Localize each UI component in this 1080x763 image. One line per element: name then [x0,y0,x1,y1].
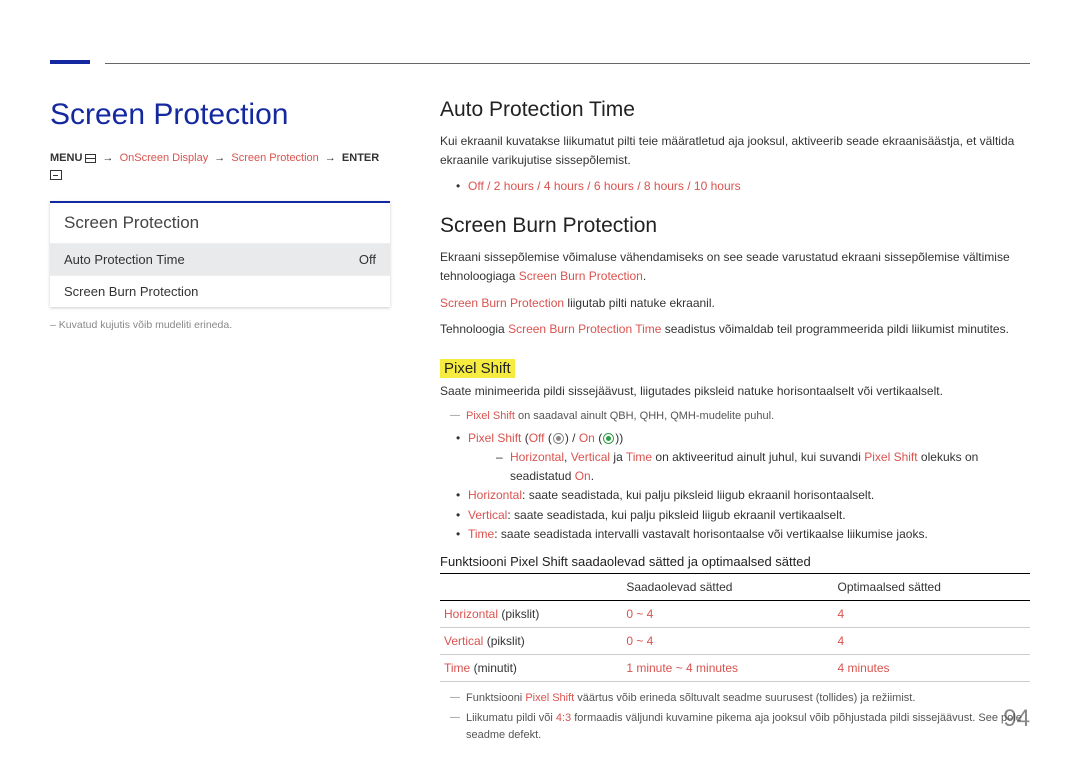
heading-auto-protection-time: Auto Protection Time [440,98,1030,122]
bullet-horizontal: Horizontal: saate seadistada, kui palju … [456,486,1030,505]
table-row: Horizontal (pikslit) 0 ~ 4 4 [440,600,1030,627]
settings-panel: Screen Protection Auto Protection Time O… [50,201,390,307]
sbp-p1: Ekraani sissepõlemise võimaluse vähendam… [440,248,1030,285]
menu-icon [85,154,96,163]
bullet-vertical: Vertical: saate seadistada, kui palju pi… [456,506,1030,525]
heading-screen-burn-protection: Screen Burn Protection [440,214,1030,238]
model-note: Kuvatud kujutis võib mudeliti erineda. [50,319,390,331]
breadcrumb-onscreen: OnScreen Display [120,152,209,164]
table-row: Time (minutit) 1 minute ~ 4 minutes 4 mi… [440,654,1030,681]
dash-hvt-activation: Horizontal, Vertical ja Time on aktiveer… [496,448,1030,486]
heading-pixel-shift: Pixel Shift [440,359,515,378]
apt-paragraph: Kui ekraanil kuvatakse liikumatut pilti … [440,132,1030,169]
apt-options: Off / 2 hours / 4 hours / 6 hours / 8 ho… [456,177,1030,196]
panel-row-auto-protection[interactable]: Auto Protection Time Off [50,243,390,275]
radio-off-icon [553,433,564,444]
breadcrumb-menu: MENU [50,152,82,164]
top-rule [105,63,1030,64]
radio-on-icon [603,433,614,444]
accent-bar [50,60,90,64]
bullet-pixel-shift-toggle: Pixel Shift (Off () / On ()) Horizontal,… [456,429,1030,487]
footnote-pixel-shift-value: Funktsiooni Pixel Shift väärtus võib eri… [450,690,1030,707]
panel-row-value: Off [359,252,376,267]
pixel-p1: Saate minimeerida pildi sissejäävust, li… [440,382,1030,401]
panel-row-screen-burn[interactable]: Screen Burn Protection [50,275,390,307]
th-optimal: Optimaalsed sätted [834,573,1030,600]
pixel-note-availability: Pixel Shift on saadaval ainult QBH, QHH,… [450,408,1030,425]
table-row: Vertical (pikslit) 0 ~ 4 4 [440,627,1030,654]
page-title: Screen Protection [50,98,390,132]
panel-title: Screen Protection [50,203,390,243]
bullet-time: Time: saate seadistada intervalli vastav… [456,525,1030,544]
panel-row-label: Screen Burn Protection [64,284,198,299]
enter-icon [50,170,62,180]
pixel-shift-table: Saadaolevad sätted Optimaalsed sätted Ho… [440,573,1030,682]
panel-row-label: Auto Protection Time [64,252,185,267]
sbp-p2: Screen Burn Protection liigutab pilti na… [440,294,1030,313]
footnote-4-3: Liikumatu pildi või 4:3 formaadis väljun… [450,710,1030,743]
th-blank [440,573,622,600]
breadcrumb-screenprot: Screen Protection [231,152,318,164]
sbp-p3: Tehnoloogia Screen Burn Protection Time … [440,320,1030,339]
breadcrumb: MENU → OnScreen Display → Screen Protect… [50,150,390,183]
heading-table: Funktsiooni Pixel Shift saadaolevad sätt… [440,554,1030,569]
th-available: Saadaolevad sätted [622,573,833,600]
breadcrumb-enter: ENTER [342,152,379,164]
